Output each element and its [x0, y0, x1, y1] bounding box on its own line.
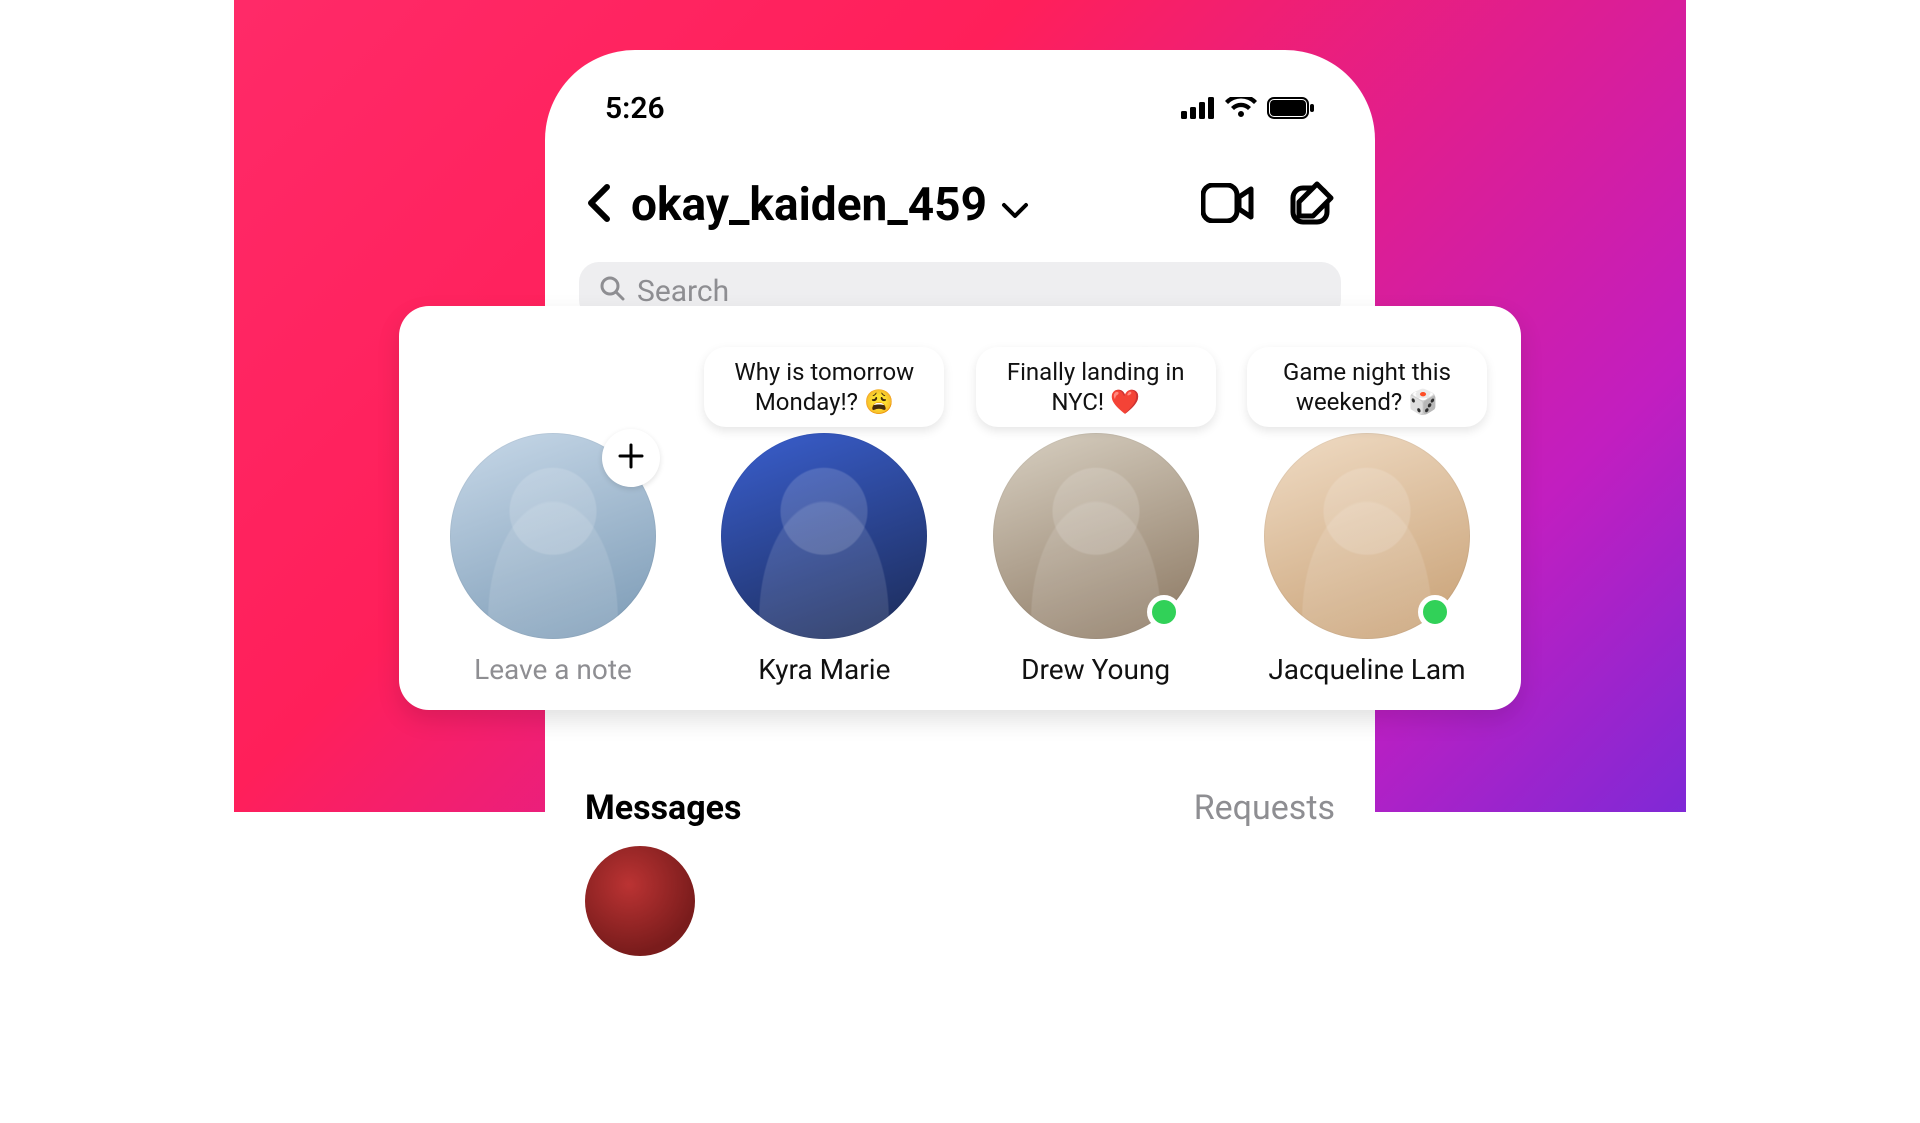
wifi-icon — [1225, 97, 1257, 119]
note-bubble: Why is tomorrow Monday!? 😩 — [704, 347, 944, 427]
add-note-button[interactable] — [602, 429, 660, 487]
tab-messages[interactable]: Messages — [585, 788, 742, 828]
chevron-down-icon — [1001, 178, 1029, 232]
avatar — [721, 433, 927, 639]
section-tabs: Messages Requests — [575, 788, 1345, 828]
account-switcher[interactable]: okay_kaiden_459 — [631, 178, 1183, 232]
compose-button[interactable] — [1289, 180, 1335, 230]
note-bubble: Finally landing in NYC! ❤️ — [976, 347, 1216, 427]
username-label: okay_kaiden_459 — [631, 178, 987, 232]
leave-note-label: Leave a note — [474, 653, 632, 686]
notes-tray: Leave a note Why is tomorrow Monday!? 😩 … — [399, 306, 1521, 710]
back-button[interactable] — [585, 183, 613, 227]
note-item[interactable]: Game night this weekend? 🎲 Jacqueline La… — [1247, 347, 1487, 686]
status-time: 5:26 — [605, 91, 665, 126]
tab-requests[interactable]: Requests — [1194, 788, 1335, 828]
search-placeholder: Search — [637, 274, 729, 309]
battery-icon — [1267, 97, 1315, 119]
note-item[interactable]: Finally landing in NYC! ❤️ Drew Young — [976, 347, 1216, 686]
note-bubble: Game night this weekend? 🎲 — [1247, 347, 1487, 427]
note-author: Drew Young — [1021, 653, 1170, 686]
leave-note[interactable]: Leave a note — [433, 393, 673, 686]
plus-icon — [617, 442, 645, 474]
video-call-button[interactable] — [1201, 183, 1255, 227]
status-bar: 5:26 — [575, 86, 1345, 130]
dm-header: okay_kaiden_459 — [575, 130, 1345, 256]
online-indicator-icon — [1147, 595, 1181, 629]
note-author: Jacqueline Lam — [1268, 653, 1465, 686]
cellular-icon — [1181, 97, 1215, 119]
note-author: Kyra Marie — [758, 653, 890, 686]
note-item[interactable]: Why is tomorrow Monday!? 😩 Kyra Marie — [704, 347, 944, 686]
promo-background: 5:26 okay_kaiden_459 — [234, 0, 1686, 812]
message-list-avatar[interactable] — [585, 846, 695, 956]
search-icon — [599, 274, 625, 309]
online-indicator-icon — [1418, 595, 1452, 629]
